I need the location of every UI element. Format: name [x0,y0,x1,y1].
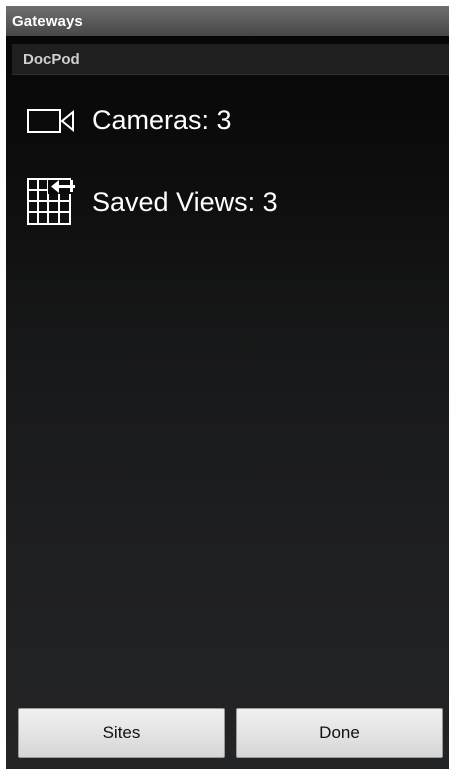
done-button[interactable]: Done [236,708,443,758]
gateway-name-label: DocPod [23,51,80,68]
app-title: Gateways [12,13,83,30]
sites-button[interactable]: Sites [18,708,225,758]
saved-views-grid-icon [26,172,76,232]
saved-views-item[interactable]: Saved Views: 3 [26,172,426,232]
title-bar: Gateways [6,6,449,36]
cameras-count-label: Cameras: 3 [92,105,232,135]
video-camera-icon [26,90,76,150]
section-header: DocPod [12,44,449,75]
cameras-item[interactable]: Cameras: 3 [26,90,426,150]
screen: Gateways DocPod Cameras: 3 Saved Views: … [6,6,449,769]
saved-views-count-label: Saved Views: 3 [92,187,278,217]
